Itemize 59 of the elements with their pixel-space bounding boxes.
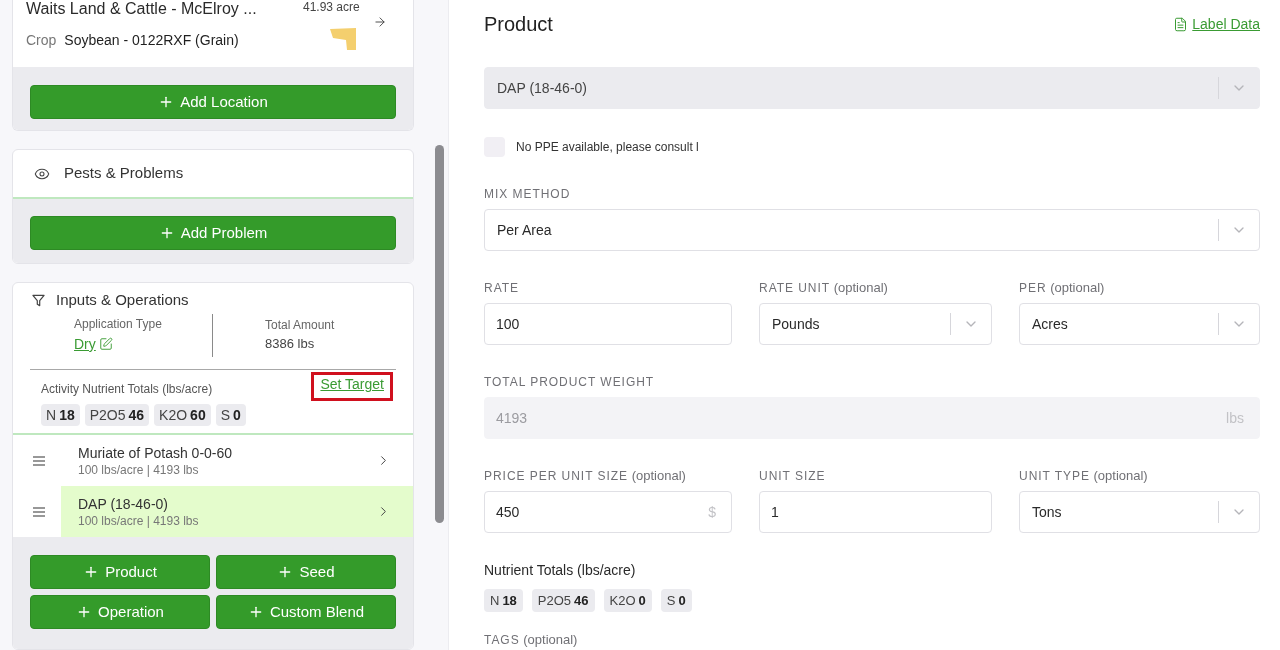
nutrient-chip: P2O5 46: [531, 589, 595, 612]
crop-name: Soybean - 0122RXF (Grain): [64, 31, 239, 49]
nutrient-chip: P2O5 46: [84, 404, 150, 426]
field-area: 41.93 acre: [303, 0, 373, 14]
field-label: RATE: [484, 281, 520, 295]
item-detail: 100 lbs/acre | 4193 lbs: [78, 461, 200, 478]
scrollbar-thumb[interactable]: [435, 145, 444, 523]
field-label: RATE UNIT (optional): [759, 281, 889, 295]
set-target-link[interactable]: Set Target: [320, 375, 384, 393]
field-shape-icon: [330, 28, 356, 50]
add-button[interactable]: Operation: [30, 595, 210, 629]
add-button[interactable]: Add Problem: [30, 216, 396, 251]
add-button[interactable]: Seed: [216, 555, 396, 589]
nutrient-chip: K2O 0: [603, 589, 652, 612]
item-detail: 100 lbs/acre | 4193 lbs: [78, 512, 200, 529]
field-label: PRICE PER UNIT SIZE (optional): [484, 469, 687, 483]
add-button[interactable]: Add Location: [30, 85, 396, 119]
crop-label: Crop: [26, 31, 57, 49]
field-label: UNIT SIZE: [759, 469, 827, 483]
form-title: Product: [484, 12, 553, 37]
label-data-link[interactable]: Label Data: [1192, 13, 1260, 35]
edit-icon[interactable]: [98, 337, 113, 351]
total-amount: 8386 lbs: [265, 336, 316, 352]
nutrient-chip: N 18: [484, 589, 523, 612]
add-button[interactable]: Product: [30, 555, 210, 589]
checkbox-label: No PPE available, please consult l: [516, 139, 699, 156]
text-input[interactable]: 450 $: [484, 491, 732, 533]
nutrient-chip: S 0: [215, 404, 246, 426]
drag-handle-icon[interactable]: [33, 506, 45, 517]
item-title: DAP (18-46-0): [78, 494, 169, 513]
application-type-link[interactable]: Dry: [74, 335, 96, 353]
section-title: Pests & Problems: [64, 163, 184, 184]
field-label: UNIT TYPE (optional): [1019, 469, 1149, 483]
nutrient-totals-title: Activity Nutrient Totals (lbs/acre): [41, 382, 214, 396]
field-label: TAGS (optional): [484, 633, 579, 647]
nutrient-chip: N 18: [41, 404, 80, 426]
add-button[interactable]: Custom Blend: [216, 595, 396, 629]
field-label: TOTAL PRODUCT WEIGHT: [484, 375, 656, 389]
item-title: Muriate of Potash 0-0-60: [78, 443, 234, 462]
dropdown-select[interactable]: Per Area: [484, 209, 1260, 251]
field-name: Waits Land & Cattle - McElroy ...: [26, 0, 258, 18]
text-input[interactable]: 100: [484, 303, 732, 345]
input-list-item[interactable]: DAP (18-46-0) 100 lbs/acre | 4193 lbs: [61, 486, 413, 537]
text-input[interactable]: 1: [759, 491, 992, 533]
unit-suffix: $: [708, 502, 717, 522]
dropdown-select[interactable]: Acres: [1019, 303, 1260, 345]
filter-icon: [32, 293, 45, 307]
section-title: Inputs & Operations: [56, 291, 189, 309]
field-label: MIX METHOD: [484, 187, 572, 201]
nutrient-totals-title: Nutrient Totals (lbs/acre): [484, 561, 637, 579]
dropdown-select[interactable]: Tons: [1019, 491, 1260, 533]
info-label: Application Type: [74, 316, 163, 332]
info-label: Total Amount: [265, 317, 335, 333]
drag-handle-icon[interactable]: [33, 455, 45, 466]
dropdown-select[interactable]: Pounds: [759, 303, 992, 345]
nutrient-chip: S 0: [660, 589, 692, 612]
document-icon: [1173, 16, 1189, 32]
field-label: PER (optional): [1019, 281, 1106, 295]
nutrient-chip: K2O 60: [154, 404, 211, 426]
